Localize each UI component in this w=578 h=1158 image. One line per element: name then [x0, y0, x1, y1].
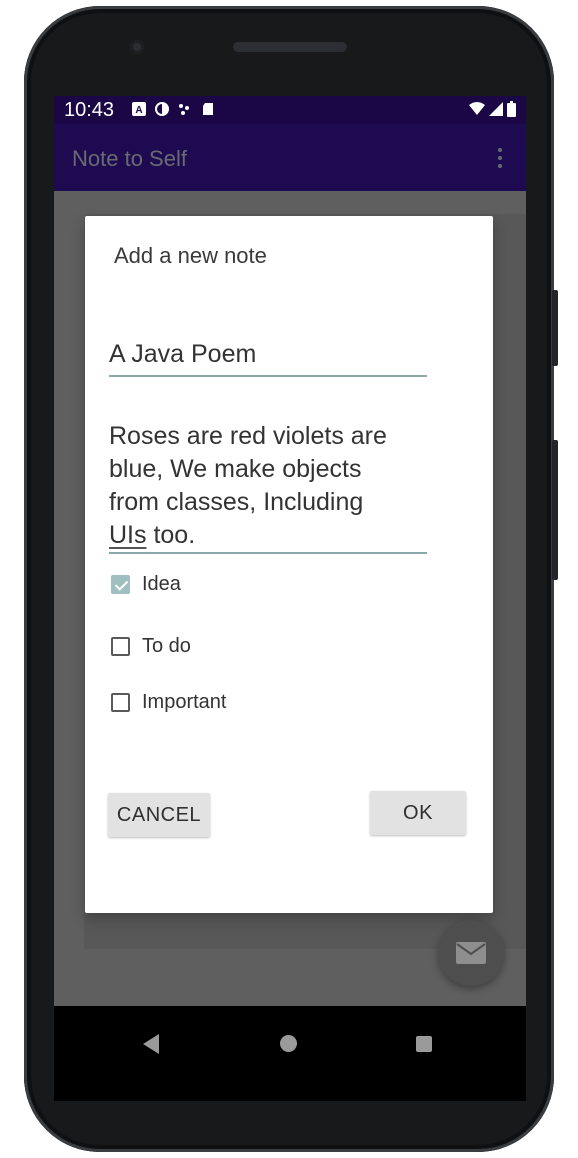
wifi-icon	[469, 102, 485, 115]
overflow-menu-icon[interactable]	[498, 148, 504, 170]
status-bar: 10:43 A	[54, 96, 526, 124]
status-left-icons: A	[132, 102, 215, 116]
checkbox-unchecked-icon[interactable]	[111, 637, 130, 656]
front-camera	[130, 40, 144, 54]
note-body-line: Roses are red violets are	[109, 422, 387, 450]
checkbox-checked-icon[interactable]	[111, 575, 130, 594]
checkbox-important[interactable]: Important	[111, 691, 226, 714]
recents-icon[interactable]	[416, 1036, 432, 1052]
dialog-title: Add a new note	[114, 243, 267, 268]
sd-card-icon	[203, 103, 213, 115]
home-icon[interactable]	[280, 1035, 297, 1052]
note-body-line: UIs too.	[109, 519, 427, 552]
checkbox-unchecked-icon[interactable]	[111, 693, 130, 712]
spellcheck-word: UIs	[109, 521, 147, 549]
status-right-icons	[469, 101, 516, 117]
cancel-button[interactable]: CANCEL	[108, 793, 210, 837]
svg-text:A: A	[135, 105, 142, 116]
earpiece-speaker	[233, 42, 347, 52]
battery-icon	[507, 101, 516, 117]
mail-icon	[456, 942, 486, 964]
note-body-value: Roses are red violets are blue, We make …	[109, 420, 427, 552]
screen: 10:43 A Note to Self Add a new note A Ja…	[54, 96, 526, 1101]
compose-fab[interactable]	[438, 920, 504, 986]
checkbox-idea[interactable]: Idea	[111, 573, 181, 596]
volume-button	[552, 440, 558, 580]
app-bar: Note to Self	[54, 124, 526, 191]
back-icon[interactable]	[143, 1034, 161, 1054]
checkbox-todo[interactable]: To do	[111, 635, 191, 658]
dots-icon	[179, 104, 189, 115]
checkbox-label-idea: Idea	[142, 573, 181, 595]
power-button	[552, 290, 558, 366]
note-title-input[interactable]: A Java Poem	[109, 339, 427, 377]
navigation-bar	[54, 1006, 526, 1101]
a-icon: A	[132, 102, 146, 116]
signal-icon	[489, 102, 503, 116]
checkbox-label-important: Important	[142, 691, 227, 713]
status-time: 10:43	[64, 99, 115, 121]
note-body-input[interactable]: Roses are red violets are blue, We make …	[109, 420, 427, 554]
add-note-dialog: Add a new note A Java Poem Roses are red…	[85, 216, 493, 913]
note-title-value: A Java Poem	[109, 340, 257, 368]
half-circle-icon	[155, 102, 169, 116]
note-body-line: from classes, Including	[109, 488, 364, 516]
app-title: Note to Self	[72, 146, 187, 171]
checkbox-label-todo: To do	[142, 635, 191, 657]
note-body-line: blue, We make objects	[109, 455, 362, 483]
ok-button[interactable]: OK	[370, 791, 466, 835]
note-body-tail: too.	[146, 521, 196, 549]
